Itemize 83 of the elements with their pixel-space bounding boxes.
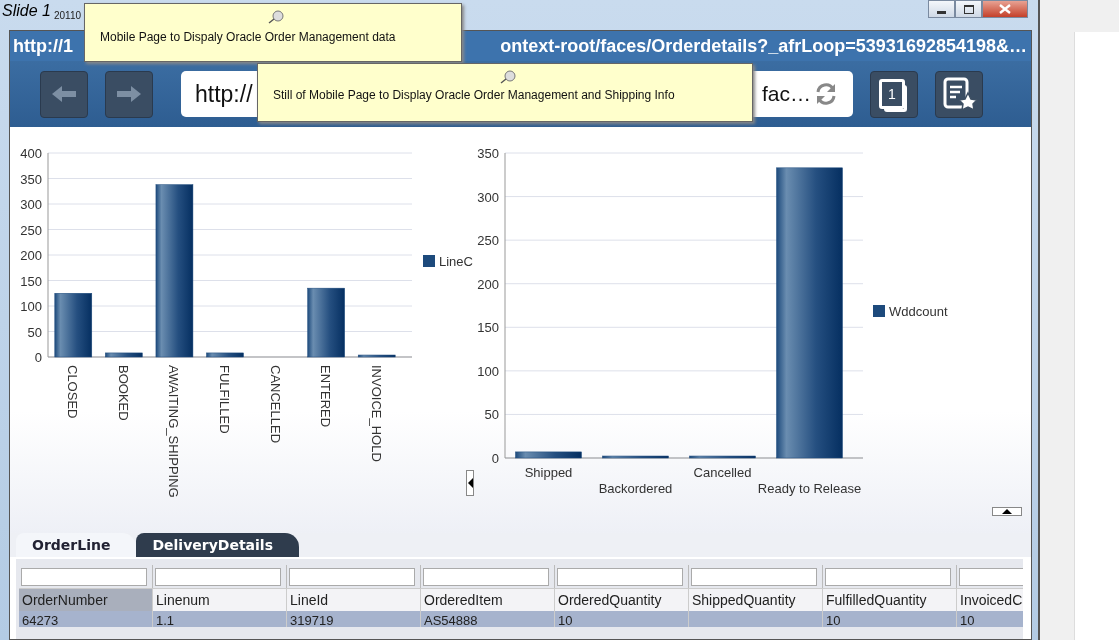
triangle-up-icon (1002, 509, 1012, 514)
tabs-button[interactable]: 1 (870, 70, 918, 118)
axis-tick-label: 350 (477, 146, 499, 161)
axis-tick-label: 0 (34, 350, 42, 365)
bar (105, 352, 143, 358)
table-cell: 64273 (19, 610, 153, 627)
axis-tick-label: 0 (491, 451, 499, 466)
category-label: CLOSED (65, 365, 81, 419)
axis-tick-label: 350 (20, 171, 42, 187)
filter-field[interactable] (21, 567, 147, 586)
axis-tick-label: 400 (20, 146, 42, 161)
triangle-left-icon (467, 478, 473, 488)
bar (515, 451, 582, 459)
category-label: FULFILLED (217, 365, 232, 434)
axis-tick-label: 250 (477, 233, 499, 249)
category-label: CANCELLED (267, 365, 283, 444)
table-cell: 1.1 (153, 610, 287, 627)
column-header[interactable]: FulfilledQuantity (823, 587, 957, 611)
legend-swatch (873, 305, 885, 317)
category-label: INVOICE_HOLD (368, 365, 384, 462)
axis-tick-label: 100 (477, 363, 499, 379)
bar (307, 287, 345, 358)
filter-field[interactable] (423, 567, 549, 586)
column-header[interactable]: Linenum (153, 587, 287, 611)
table-cell: 10 (823, 610, 957, 627)
axis-tick-label: 50 (27, 324, 42, 340)
table-cell: 10 (555, 610, 689, 627)
window-title: 20110 (54, 10, 82, 21)
axis-tick-label: 200 (20, 248, 42, 263)
category-label: Backordered (598, 481, 673, 496)
axis-tick-label: 150 (20, 273, 42, 289)
legend-label: Wddcount (889, 304, 948, 319)
bar (54, 293, 93, 358)
tab[interactable]: DeliveryDetails (136, 533, 299, 557)
table-cell: AS54888 (421, 610, 555, 627)
axis-tick-label: 50 (484, 407, 499, 423)
filter-field[interactable] (825, 567, 951, 586)
arrow-left-icon (50, 84, 78, 104)
tab[interactable]: OrderLine (16, 533, 137, 557)
back-button[interactable] (40, 70, 88, 118)
column-header[interactable]: OrderedQuantity (555, 587, 689, 611)
note-text: Still of Mobile Page to Display Oracle Order Management and Shipping Info (273, 88, 675, 102)
url-text: ontext-root/faces/Orderdetails?_afrLoop=53931692854198&… (500, 35, 1027, 57)
filter-field[interactable] (691, 567, 817, 586)
bar (689, 455, 756, 459)
category-label: Cancelled (693, 465, 752, 480)
axis-tick-label: 150 (477, 320, 499, 336)
column-header[interactable]: OrderedItem (421, 587, 555, 611)
collapse-button[interactable] (466, 470, 474, 496)
arrow-right-icon (115, 84, 143, 104)
forward-button[interactable] (105, 70, 153, 118)
axis-tick-label: 100 (20, 299, 42, 314)
column-header[interactable]: ShippedQuantity (689, 587, 823, 611)
column-header[interactable]: InvoicedC (957, 587, 1023, 611)
note-text: Mobile Page to Dispaly Oracle Order Management data (100, 30, 396, 44)
axis-tick-label: 300 (477, 189, 499, 205)
axis-tick-label: 250 (20, 222, 42, 238)
category-label: Ready to Release (757, 481, 862, 496)
axis-tick-label: 200 (477, 276, 499, 292)
table-cell: 319719 (287, 610, 421, 627)
maximize-button[interactable] (955, 0, 982, 18)
legend-label: LineC (439, 254, 473, 269)
category-label: Shipped (524, 465, 573, 480)
minimize-button[interactable] (928, 0, 955, 18)
filter-field[interactable] (155, 567, 281, 586)
filter-field[interactable] (289, 567, 415, 586)
column-header[interactable]: LineId (287, 587, 421, 611)
legend-swatch (423, 255, 435, 267)
axis-tick-label: 300 (20, 197, 42, 212)
slide-label: Slide 1 (2, 2, 51, 20)
url-text: http://1 (13, 35, 73, 57)
bookmarks-button[interactable] (935, 70, 983, 118)
column-header[interactable]: OrderNumber (19, 587, 153, 611)
close-icon (999, 4, 1011, 14)
category-label: BOOKED (115, 365, 131, 421)
bar (206, 352, 244, 358)
bar (357, 354, 396, 358)
category-label: ENTERED (318, 365, 334, 428)
bar (602, 455, 669, 459)
expand-button[interactable] (992, 507, 1022, 516)
filter-field[interactable] (557, 567, 683, 586)
close-button[interactable] (982, 0, 1028, 18)
category-label: AWAITING_SHIPPING (166, 365, 182, 497)
